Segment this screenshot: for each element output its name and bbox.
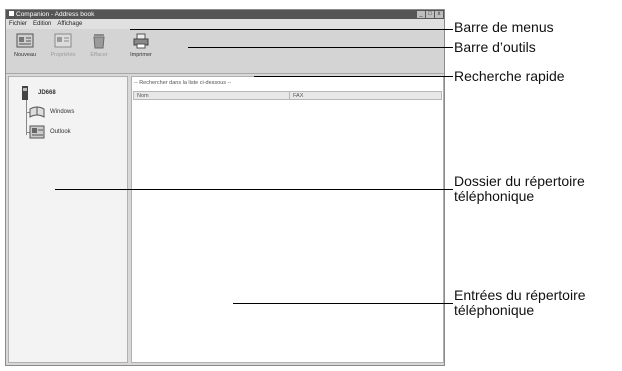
column-header-name[interactable]: Nom (134, 92, 290, 99)
callout-toolbar: Barre d’outils (454, 39, 536, 55)
title-bar: Companion - Address book _ □ x (6, 10, 444, 19)
close-button[interactable]: x (435, 11, 443, 18)
delete-button[interactable]: Effacer (82, 33, 116, 69)
tree-item-label: JD668 (38, 90, 56, 96)
maximize-button[interactable]: □ (426, 11, 434, 18)
callout-menubar: Barre de menus (454, 19, 554, 35)
callout-entries-line2: téléphonique (454, 302, 535, 318)
outlook-icon (29, 125, 45, 139)
menu-fichier[interactable]: Fichier (9, 19, 27, 29)
new-label: Nouveau (13, 52, 37, 58)
address-card-icon (16, 33, 34, 48)
app-icon (9, 11, 14, 16)
quick-search-input[interactable]: -- Rechercher dans la liste ci-dessous -… (134, 79, 304, 88)
print-button[interactable]: Imprimer (124, 33, 158, 69)
delete-label: Effacer (90, 52, 108, 58)
entries-leader-line (233, 303, 453, 304)
printer-icon (133, 33, 149, 49)
properties-label: Propriétés (50, 52, 76, 58)
phonebook-folder-tree: JD668 Windows Outlook (8, 76, 128, 363)
window-controls: _ □ x (417, 11, 443, 18)
phone-device-icon (22, 86, 28, 100)
window-title: Companion - Address book (16, 11, 95, 18)
tree-item-label: Outlook (50, 129, 71, 135)
menubar-leader-line (130, 29, 453, 30)
minimize-button[interactable]: _ (417, 11, 425, 18)
phonebook-entries-panel: -- Rechercher dans la liste ci-dessous -… (131, 76, 444, 363)
callout-folder-line2: téléphonique (454, 188, 535, 204)
properties-button[interactable]: Propriétés (46, 33, 80, 69)
callout-search: Recherche rapide (454, 68, 565, 84)
trash-icon (93, 34, 105, 49)
toolbar-leader-line (188, 47, 453, 48)
menu-edition[interactable]: Edition (33, 19, 51, 29)
menu-affichage[interactable]: Affichage (57, 19, 82, 29)
tree-item-windows[interactable]: Windows (29, 105, 74, 119)
tree-item-outlook[interactable]: Outlook (29, 125, 71, 139)
book-icon (29, 106, 45, 118)
tree-item-label: Windows (50, 109, 75, 115)
menu-bar: Fichier Edition Affichage (6, 19, 444, 29)
new-button[interactable]: Nouveau (8, 33, 42, 69)
tree-item-jd668[interactable]: JD668 (19, 85, 56, 101)
callout-entries-line1: Entrées du répertoire (454, 287, 586, 303)
callout-folder-line1: Dossier du répertoire (454, 173, 585, 189)
folder-leader-line (55, 189, 453, 190)
entries-table-header: Nom FAX (133, 91, 442, 100)
address-book-window: Companion - Address book _ □ x Fichier E… (5, 9, 445, 366)
toolbar: Nouveau Propriétés Effacer Imprimer (6, 29, 444, 74)
tree-connector (26, 99, 27, 135)
column-header-fax[interactable]: FAX (290, 92, 441, 99)
print-label: Imprimer (130, 52, 152, 58)
properties-icon (54, 33, 72, 48)
search-leader-line (254, 76, 453, 77)
